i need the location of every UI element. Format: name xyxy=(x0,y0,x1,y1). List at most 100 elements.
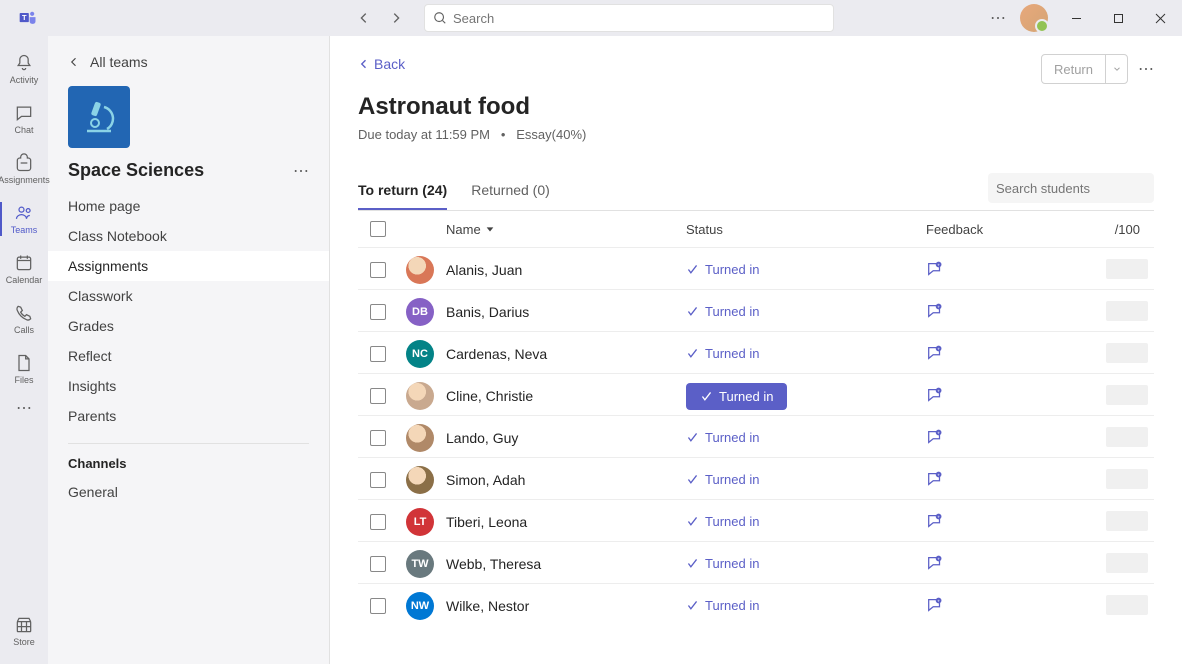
row-checkbox[interactable] xyxy=(370,346,386,362)
status-badge[interactable]: Turned in xyxy=(686,430,759,445)
status-badge[interactable]: Turned in xyxy=(686,383,787,410)
status-badge[interactable]: Turned in xyxy=(686,556,759,571)
col-score[interactable]: /100 xyxy=(1106,222,1146,237)
main-more-icon[interactable]: ⋯ xyxy=(1138,59,1154,79)
rail-files[interactable]: Files xyxy=(0,344,48,394)
rail-activity[interactable]: Activity xyxy=(0,44,48,94)
tab-to-return[interactable]: To return (24) xyxy=(358,172,447,210)
check-icon xyxy=(686,599,699,612)
sidebar-link[interactable]: Insights xyxy=(48,371,329,401)
search-students-input[interactable] xyxy=(996,181,1172,196)
tab-returned[interactable]: Returned (0) xyxy=(471,172,550,210)
rail-store[interactable]: Store xyxy=(0,606,48,656)
score-input[interactable] xyxy=(1106,553,1148,573)
table-row[interactable]: Alanis, Juan Turned in + xyxy=(358,247,1154,289)
sidebar-link[interactable]: Home page xyxy=(48,191,329,221)
rail-calendar[interactable]: Calendar xyxy=(0,244,48,294)
user-avatar[interactable] xyxy=(1020,4,1048,32)
titlebar-more-icon[interactable]: ⋯ xyxy=(990,8,1006,28)
score-input[interactable] xyxy=(1106,385,1148,405)
table-row[interactable]: Lando, Guy Turned in + xyxy=(358,415,1154,457)
window-close-button[interactable] xyxy=(1146,4,1174,32)
table-row[interactable]: Cline, Christie Turned in + xyxy=(358,373,1154,415)
score-input[interactable] xyxy=(1106,595,1148,615)
sidebar-link[interactable]: Reflect xyxy=(48,341,329,371)
score-input[interactable] xyxy=(1106,301,1148,321)
status-badge[interactable]: Turned in xyxy=(686,304,759,319)
rail-calls[interactable]: Calls xyxy=(0,294,48,344)
select-all-checkbox[interactable] xyxy=(370,221,386,237)
search-students[interactable] xyxy=(988,173,1154,203)
row-checkbox[interactable] xyxy=(370,304,386,320)
score-input[interactable] xyxy=(1106,469,1148,489)
score-input[interactable] xyxy=(1106,259,1148,279)
feedback-button[interactable]: + xyxy=(926,554,1106,575)
col-feedback[interactable]: Feedback xyxy=(926,222,1106,237)
col-status[interactable]: Status xyxy=(686,222,926,237)
student-name: Webb, Theresa xyxy=(446,556,541,572)
table-row[interactable]: NW Wilke, Nestor Turned in + xyxy=(358,583,1154,625)
table-row[interactable]: Simon, Adah Turned in + xyxy=(358,457,1154,499)
table-row[interactable]: TW Webb, Theresa Turned in + xyxy=(358,541,1154,583)
col-name[interactable]: Name xyxy=(446,222,481,237)
chevron-down-icon[interactable] xyxy=(1105,55,1127,83)
row-checkbox[interactable] xyxy=(370,598,386,614)
team-more-icon[interactable]: ⋯ xyxy=(293,161,309,181)
nav-forward-button[interactable] xyxy=(384,6,408,30)
channel-link[interactable]: General xyxy=(48,477,329,507)
rail-more-icon[interactable]: ⋯ xyxy=(16,398,32,418)
return-button[interactable]: Return xyxy=(1041,54,1128,84)
all-teams-link[interactable]: All teams xyxy=(48,48,329,76)
app-rail: Activity Chat Assignments Teams Calendar… xyxy=(0,36,48,664)
svg-text:+: + xyxy=(937,430,940,435)
feedback-button[interactable]: + xyxy=(926,260,1106,281)
status-badge[interactable]: Turned in xyxy=(686,262,759,277)
check-icon xyxy=(686,431,699,444)
feedback-button[interactable]: + xyxy=(926,470,1106,491)
sidebar-link[interactable]: Classwork xyxy=(48,281,329,311)
search-input[interactable] xyxy=(453,11,825,26)
nav-back-button[interactable] xyxy=(352,6,376,30)
row-checkbox[interactable] xyxy=(370,556,386,572)
team-sidebar: All teams Space Sciences ⋯ Home pageClas… xyxy=(48,36,330,664)
feedback-button[interactable]: + xyxy=(926,428,1106,449)
window-minimize-button[interactable] xyxy=(1062,4,1090,32)
feedback-button[interactable]: + xyxy=(926,512,1106,533)
return-label: Return xyxy=(1042,62,1105,77)
score-input[interactable] xyxy=(1106,343,1148,363)
students-table: Name Status Feedback /100 Alanis, Juan T… xyxy=(358,211,1154,625)
status-badge[interactable]: Turned in xyxy=(686,514,759,529)
rail-label: Teams xyxy=(11,225,38,235)
feedback-button[interactable]: + xyxy=(926,596,1106,617)
table-row[interactable]: DB Banis, Darius Turned in + xyxy=(358,289,1154,331)
sidebar-link[interactable]: Class Notebook xyxy=(48,221,329,251)
row-checkbox[interactable] xyxy=(370,472,386,488)
score-input[interactable] xyxy=(1106,427,1148,447)
status-badge[interactable]: Turned in xyxy=(686,472,759,487)
svg-text:+: + xyxy=(937,346,940,351)
rail-teams[interactable]: Teams xyxy=(0,194,48,244)
status-badge[interactable]: Turned in xyxy=(686,346,759,361)
sidebar-link[interactable]: Assignments xyxy=(48,251,329,281)
rail-assignments[interactable]: Assignments xyxy=(0,144,48,194)
feedback-icon: + xyxy=(926,386,944,404)
table-row[interactable]: LT Tiberi, Leona Turned in + xyxy=(358,499,1154,541)
row-checkbox[interactable] xyxy=(370,430,386,446)
window-maximize-button[interactable] xyxy=(1104,4,1132,32)
rail-chat[interactable]: Chat xyxy=(0,94,48,144)
row-checkbox[interactable] xyxy=(370,388,386,404)
svg-text:+: + xyxy=(937,514,940,519)
sidebar-link[interactable]: Grades xyxy=(48,311,329,341)
feedback-button[interactable]: + xyxy=(926,302,1106,323)
row-checkbox[interactable] xyxy=(370,262,386,278)
back-link[interactable]: Back xyxy=(358,56,405,72)
sidebar-link[interactable]: Parents xyxy=(48,401,329,431)
feedback-button[interactable]: + xyxy=(926,344,1106,365)
score-input[interactable] xyxy=(1106,511,1148,531)
status-badge[interactable]: Turned in xyxy=(686,598,759,613)
table-row[interactable]: NC Cardenas, Neva Turned in + xyxy=(358,331,1154,373)
feedback-button[interactable]: + xyxy=(926,386,1106,407)
calendar-icon xyxy=(14,253,34,273)
search-bar[interactable] xyxy=(424,4,834,32)
row-checkbox[interactable] xyxy=(370,514,386,530)
